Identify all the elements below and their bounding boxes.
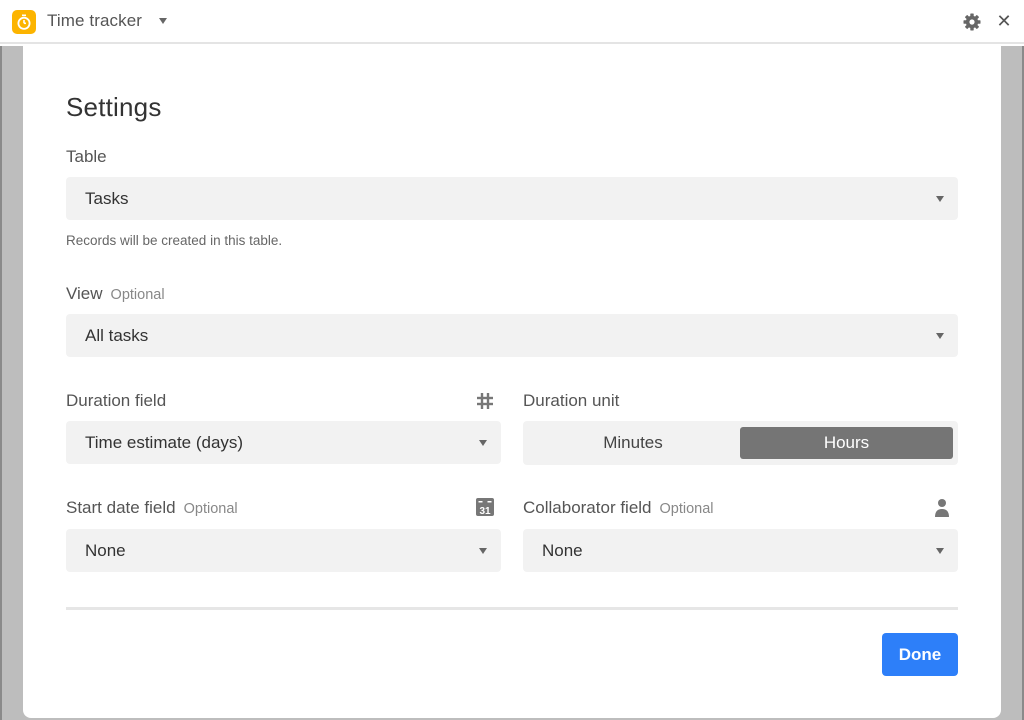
- start-date-field-label: Start date field Optional: [66, 498, 238, 518]
- page-title: Settings: [66, 92, 162, 122]
- table-label-text: Table: [66, 147, 107, 166]
- table-label: Table: [66, 147, 107, 167]
- duration-unit-hours[interactable]: Hours: [740, 427, 953, 459]
- collaborator-field-label: Collaborator field Optional: [523, 498, 714, 518]
- user-icon: [932, 497, 952, 524]
- duration-unit-label: Duration unit: [523, 391, 619, 411]
- collaborator-field-select[interactable]: None: [523, 529, 958, 572]
- table-select-value: Tasks: [85, 189, 129, 208]
- view-label-text: View: [66, 284, 103, 303]
- chevron-down-icon: [936, 548, 944, 554]
- chevron-down-icon: [936, 333, 944, 339]
- gear-icon[interactable]: [962, 12, 982, 32]
- optional-tag: Optional: [183, 501, 238, 517]
- start-date-field-select[interactable]: None: [66, 529, 501, 572]
- divider: [66, 607, 958, 610]
- duration-field-select-value: Time estimate (days): [85, 433, 244, 452]
- calendar-icon: 31: [475, 497, 495, 522]
- start-date-field-select-value: None: [85, 541, 126, 560]
- chevron-down-icon: [479, 548, 487, 554]
- chevron-down-icon: [479, 440, 487, 446]
- duration-field-select[interactable]: Time estimate (days): [66, 421, 501, 464]
- duration-field-label: Duration field: [66, 391, 166, 411]
- stopwatch-icon: [12, 10, 36, 34]
- chevron-down-icon[interactable]: [159, 18, 167, 24]
- app-title[interactable]: Time tracker: [47, 11, 142, 31]
- backdrop-edge: [0, 46, 2, 720]
- duration-unit-toggle: Minutes Hours: [523, 421, 958, 465]
- chevron-down-icon: [936, 196, 944, 202]
- optional-tag: Optional: [659, 501, 714, 517]
- optional-tag: Optional: [110, 287, 165, 303]
- collaborator-field-label-text: Collaborator field: [523, 498, 652, 517]
- view-label: View Optional: [66, 284, 165, 304]
- duration-unit-label-text: Duration unit: [523, 391, 620, 410]
- collaborator-field-select-value: None: [542, 541, 583, 560]
- duration-field-label-text: Duration field: [66, 391, 167, 410]
- duration-unit-minutes[interactable]: Minutes: [527, 427, 739, 459]
- close-icon[interactable]: ✕: [995, 11, 1013, 31]
- settings-dialog: [23, 46, 1001, 718]
- start-date-field-label-text: Start date field: [66, 498, 176, 517]
- view-select[interactable]: All tasks: [66, 314, 958, 357]
- table-select[interactable]: Tasks: [66, 177, 958, 220]
- calendar-icon-text: 31: [479, 506, 491, 517]
- view-select-value: All tasks: [85, 326, 149, 345]
- table-hint: Records will be created in this table.: [66, 233, 283, 248]
- done-button[interactable]: Done: [882, 633, 958, 676]
- number-icon: [475, 391, 495, 416]
- app-header: Time tracker ✕: [0, 0, 1024, 44]
